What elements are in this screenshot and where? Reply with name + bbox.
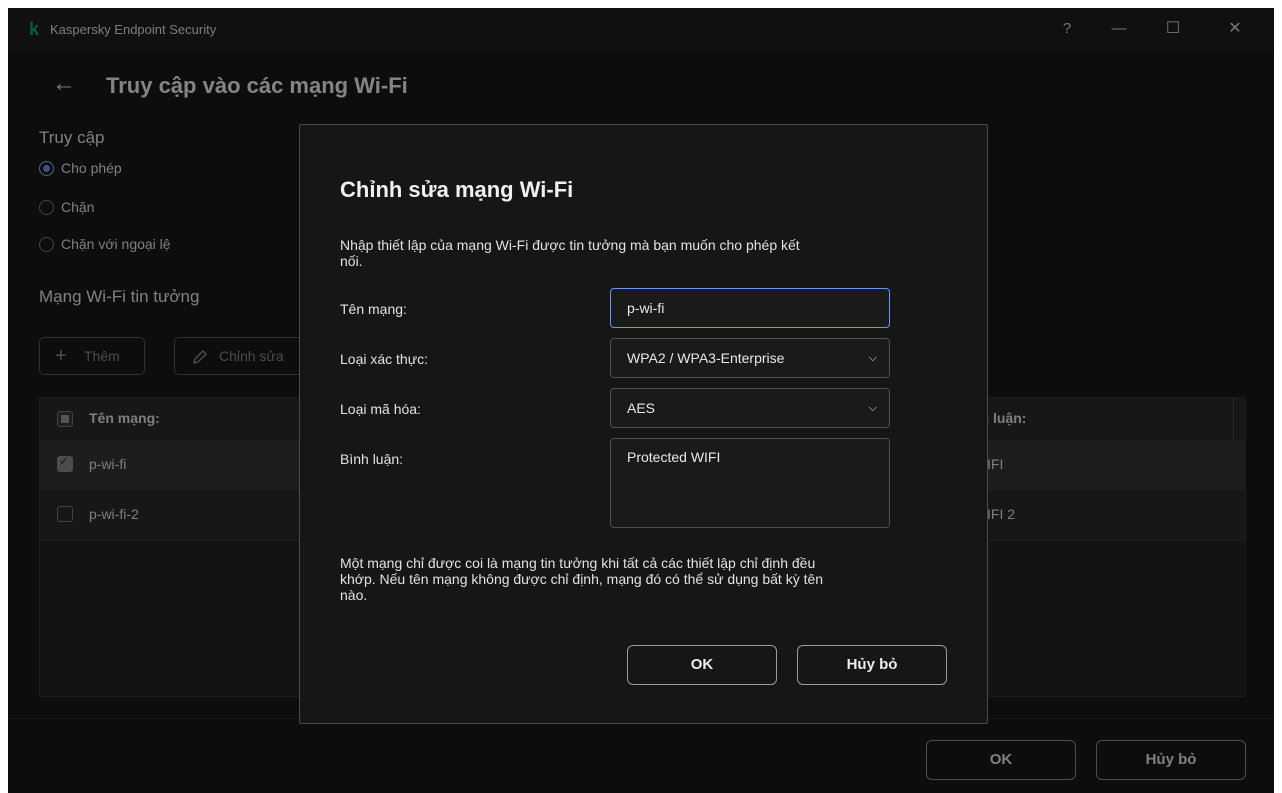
dialog-ok-button[interactable]: OK (627, 645, 777, 685)
chevron-down-icon: ⌵ (868, 352, 877, 364)
dialog-note-line2: khớp. Nếu tên mạng không được chỉ định, … (340, 571, 824, 587)
auth-type-select[interactable]: WPA2 / WPA3-Enterprise ⌵ (610, 338, 890, 378)
app-window: k Kaspersky Endpoint Security ? — ☐ ✕ ← … (8, 8, 1274, 793)
encryption-type-select[interactable]: AES ⌵ (610, 388, 890, 428)
network-name-input[interactable]: p-wi-fi (610, 288, 890, 328)
edit-wifi-dialog: Chỉnh sửa mạng Wi-Fi Nhập thiết lập của … (299, 124, 988, 724)
comment-textarea[interactable]: Protected WIFI (610, 438, 890, 528)
dialog-cancel-button[interactable]: Hủy bỏ (797, 645, 947, 685)
comment-label: Bình luận: (340, 451, 404, 467)
network-name-label: Tên mạng: (340, 301, 407, 317)
dialog-title: Chỉnh sửa mạng Wi-Fi (340, 177, 574, 202)
encryption-type-value: AES (627, 400, 656, 416)
auth-type-label: Loại xác thực: (340, 351, 428, 367)
encryption-type-label: Loại mã hóa: (340, 401, 421, 417)
dialog-note-line1: Một mạng chỉ được coi là mạng tin tưởng … (340, 555, 816, 571)
dialog-intro-line1: Nhập thiết lập của mạng Wi-Fi được tin t… (340, 237, 800, 253)
chevron-down-icon: ⌵ (868, 402, 877, 414)
dialog-intro-line2: nối. (340, 253, 363, 269)
auth-type-value: WPA2 / WPA3-Enterprise (627, 350, 785, 366)
dialog-note-line3: nào. (340, 587, 368, 603)
